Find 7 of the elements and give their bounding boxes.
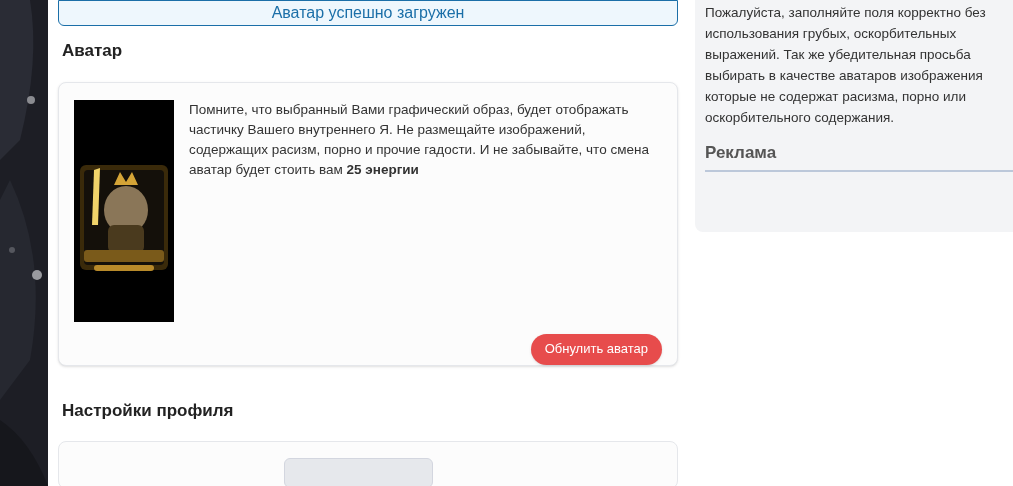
ads-title: Реклама <box>705 140 1013 172</box>
reset-avatar-button[interactable]: Обнулить аватар <box>530 333 662 365</box>
avatar-notice: Помните, что выбранный Вами графический образ, будет отображать частичку Вашего внутреннего Я. Не размещайте изображений, содержащих расизм, порно и прочие гадости. И не забывайте, что смена аватар будет стоить вам 25 энергии <box>189 100 650 179</box>
rules-text: Пожалуйста, заполняйте поля корректно без использования грубых, оскорбительных выражений. Так же убедительная просьба выбирать в качестве аватаров изображения которые не содержат расизма, порно или оскорбительного содержания. <box>705 4 987 127</box>
success-alert: Аватар успешно загружен <box>58 0 678 26</box>
section-title: Настройки профиля <box>62 399 235 422</box>
section-title: Аватар <box>62 40 124 62</box>
